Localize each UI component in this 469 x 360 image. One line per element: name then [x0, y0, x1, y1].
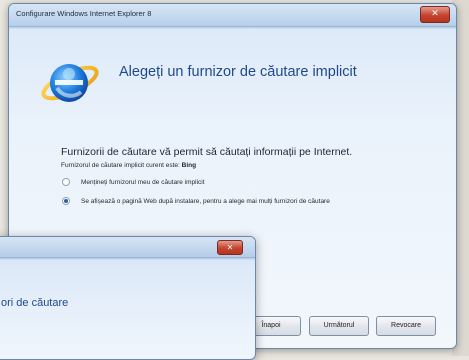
radio-keep-provider[interactable]: [62, 178, 70, 186]
background-title-bar: ✕: [0, 237, 255, 258]
background-dialog: ✕ ori de căutare: [0, 236, 256, 360]
current-provider-value: Bing: [181, 162, 197, 169]
title-bar: Configurare Windows Internet Explorer 8 …: [9, 4, 456, 27]
close-button[interactable]: ✕: [420, 6, 450, 23]
close-icon: ✕: [431, 9, 439, 19]
window-title: Configurare Windows Internet Explorer 8: [16, 9, 152, 18]
option-show-page-label: Se afișează o pagină Web după instalare,…: [81, 197, 330, 205]
current-provider-text: Furnizorul de căutare implicit curent es…: [61, 162, 196, 169]
background-heading: ori de căutare: [1, 297, 69, 309]
cancel-button[interactable]: Revocare: [376, 316, 436, 336]
current-provider-label: Furnizorul de căutare implicit curent es…: [61, 162, 180, 169]
radio-show-page[interactable]: [62, 197, 70, 205]
intro-text: Furnizorii de căutare vă permit să căuta…: [61, 146, 353, 158]
option-keep-provider-label: Mențineți furnizorul meu de căutare impl…: [81, 178, 205, 186]
close-icon: ✕: [226, 243, 234, 252]
background-close-button[interactable]: ✕: [217, 240, 243, 255]
option-keep-provider[interactable]: Mențineți furnizorul meu de căutare impl…: [62, 178, 205, 186]
next-button[interactable]: Următorul: [309, 316, 369, 336]
internet-explorer-logo-icon: [41, 64, 99, 102]
option-show-page[interactable]: Se afișează o pagină Web după instalare,…: [62, 197, 330, 205]
page-heading: Alegeți un furnizor de căutare implicit: [119, 64, 357, 80]
